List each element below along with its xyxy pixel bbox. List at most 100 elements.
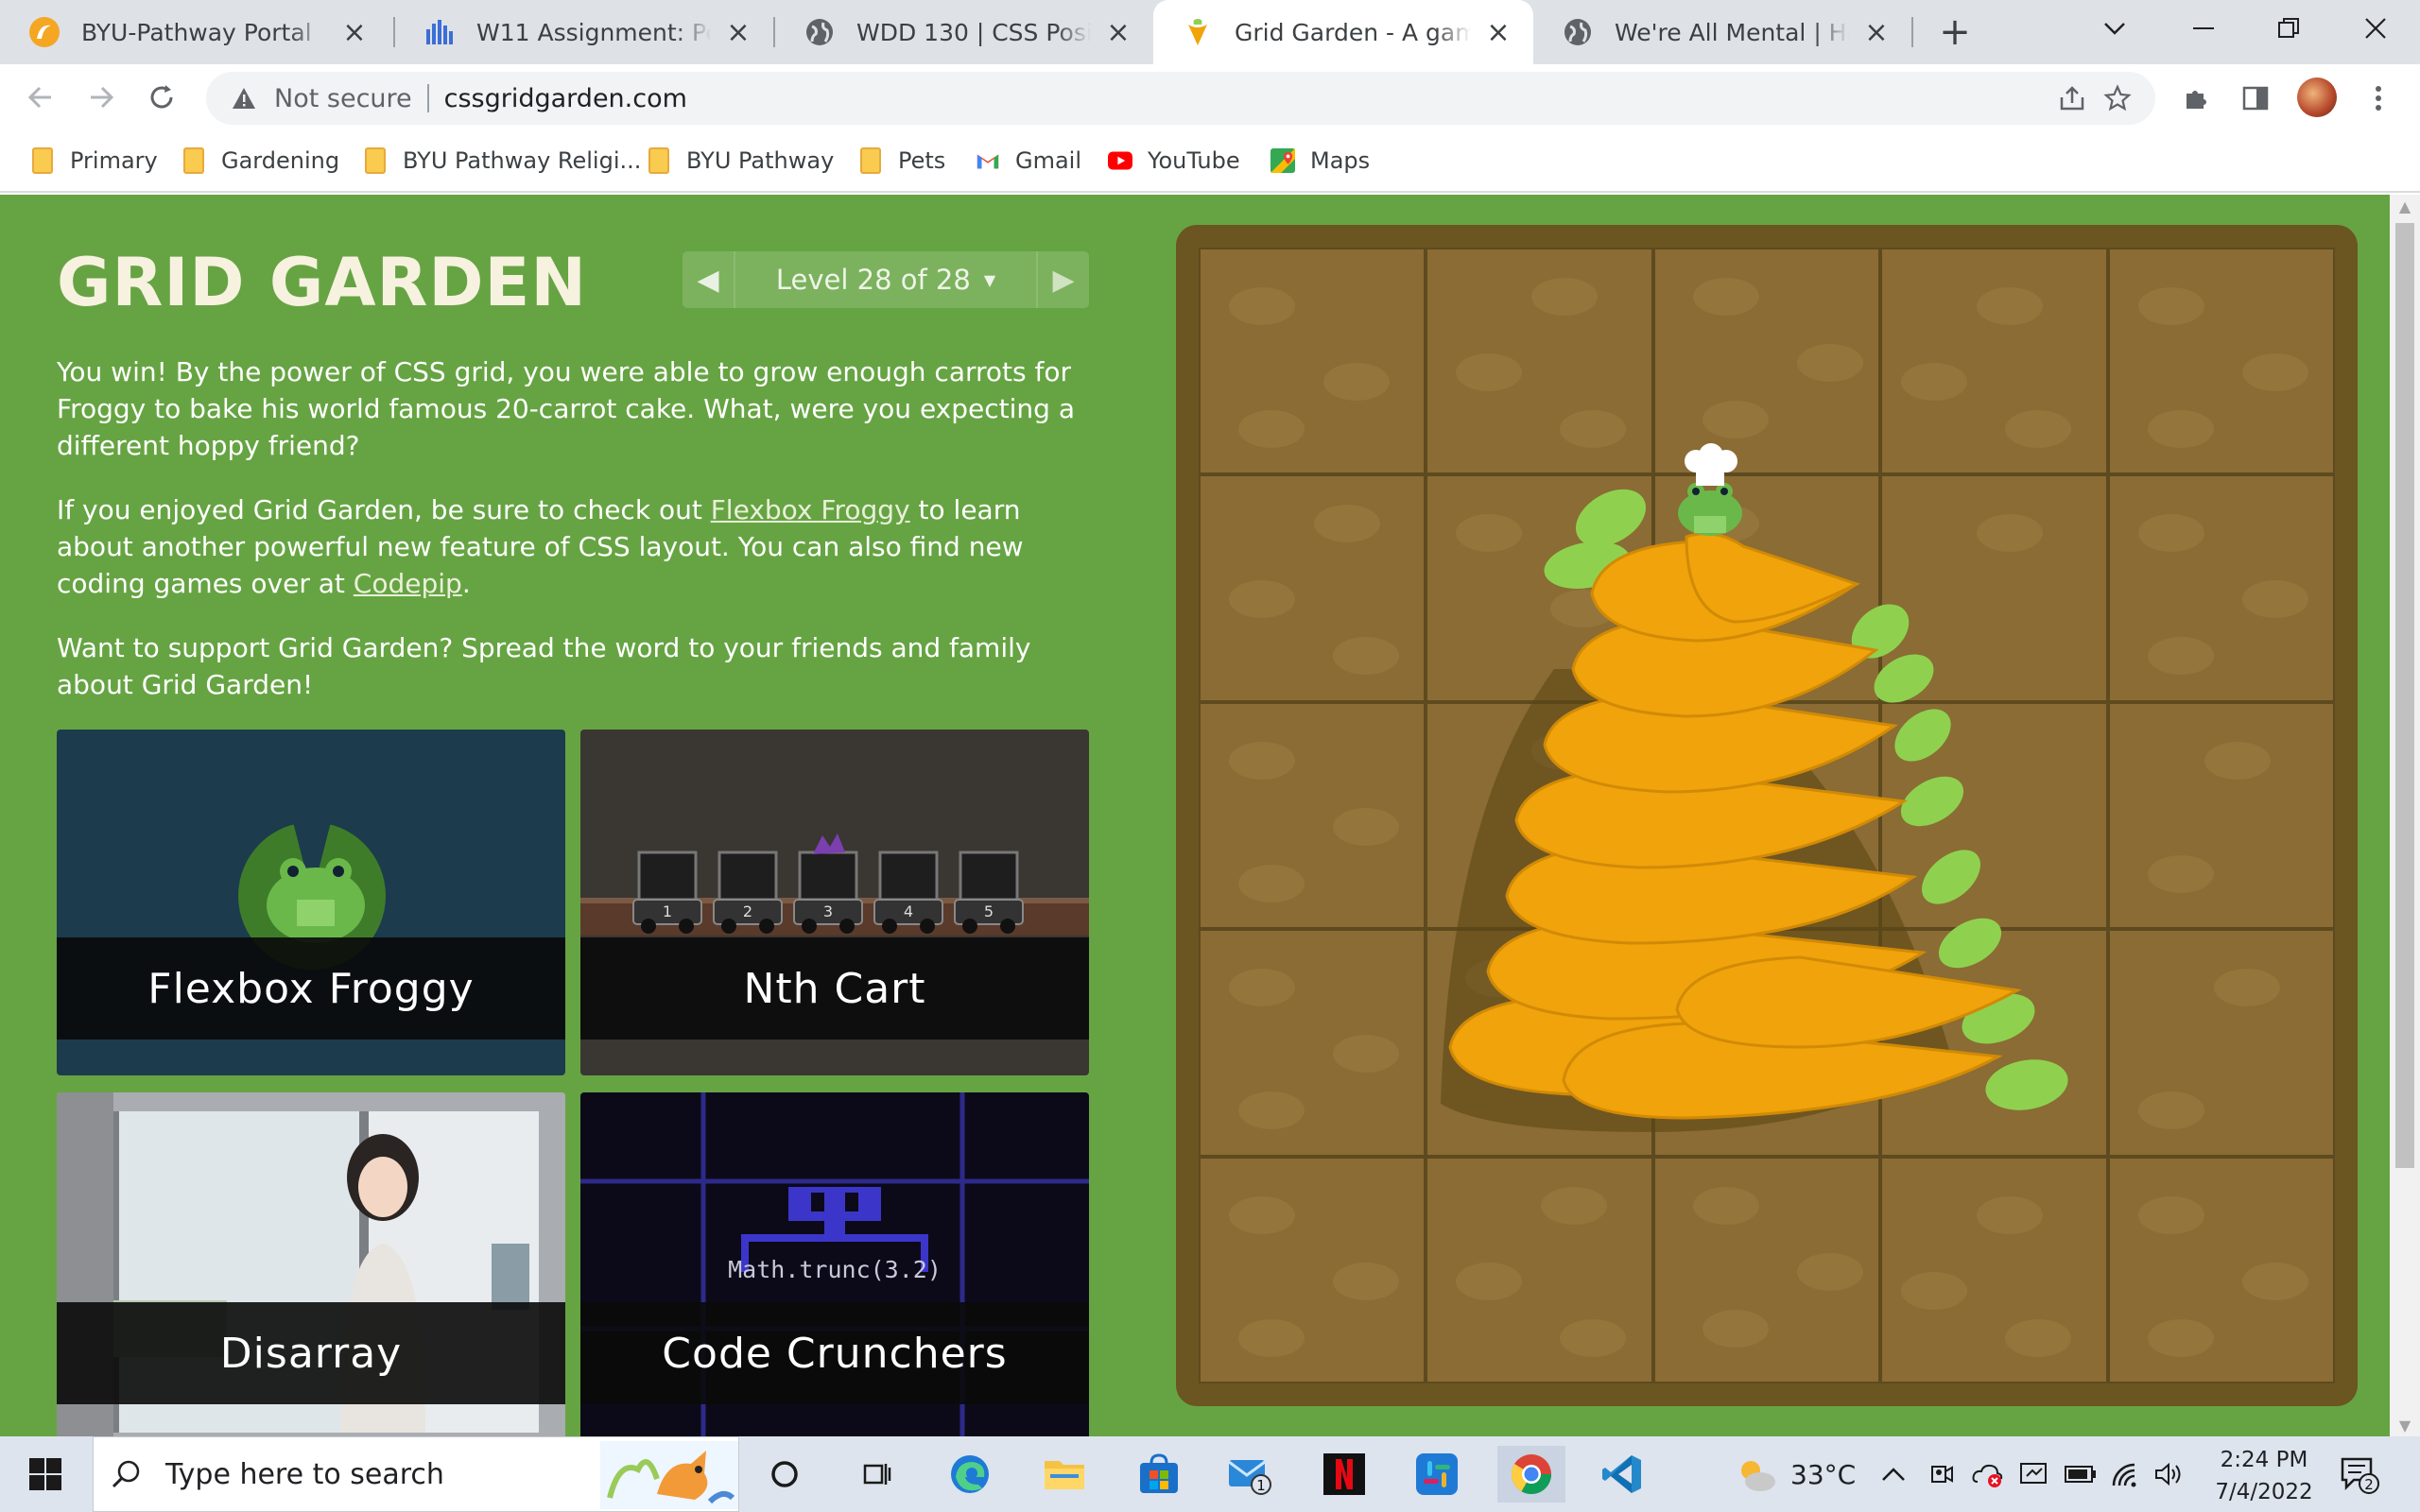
enjoy-message: If you enjoyed Grid Garden, be sure to c… xyxy=(57,491,1097,602)
grid-garden-icon xyxy=(1182,16,1214,48)
tab-strip: BYU-Pathway Portal × W11 Assignment: Per… xyxy=(0,0,2420,64)
bookmark-label: YouTube xyxy=(1148,147,1240,174)
file-explorer-icon[interactable] xyxy=(1034,1446,1095,1503)
close-tab-icon[interactable]: × xyxy=(722,16,754,49)
kebab-menu-icon[interactable] xyxy=(2358,77,2399,119)
code-crunchers-card[interactable]: Math.trunc(3.2) Code Crunchers xyxy=(580,1092,1089,1436)
back-button[interactable] xyxy=(17,74,64,121)
tab-were-all-mental[interactable]: We're All Mental | Home × xyxy=(1533,0,1911,64)
tab-wdd-130[interactable]: WDD 130 | CSS Positionin × xyxy=(775,0,1153,64)
side-panel-icon[interactable] xyxy=(2235,77,2276,119)
address-bar[interactable]: Not secure cssgridgarden.com xyxy=(206,72,2155,125)
scroll-down-arrow-icon[interactable]: ▼ xyxy=(2390,1414,2420,1436)
close-window-button[interactable] xyxy=(2333,0,2418,57)
bookmark-pets[interactable]: Pets xyxy=(858,144,945,178)
close-tab-icon[interactable]: × xyxy=(1860,16,1893,49)
windows-start-icon[interactable] xyxy=(15,1446,76,1503)
search-highlight-illustration xyxy=(600,1441,738,1512)
display-settings-icon[interactable] xyxy=(2019,1436,2048,1512)
wifi-icon[interactable] xyxy=(2110,1436,2140,1512)
cart-number: 3 xyxy=(823,902,833,920)
windows-taskbar: Type here to search 1 33°C 2:24 PM 7/4/2… xyxy=(0,1436,2420,1512)
notifications-icon[interactable]: 2 xyxy=(2339,1436,2380,1512)
tab-grid-garden[interactable]: Grid Garden - A game for × xyxy=(1153,0,1533,64)
weather-cloud-sun-icon xyxy=(1734,1455,1777,1493)
search-icon xyxy=(111,1459,141,1489)
bookmark-primary[interactable]: Primary xyxy=(30,144,158,178)
profile-avatar[interactable] xyxy=(2297,77,2337,117)
chrome-browser-icon[interactable] xyxy=(1497,1446,1565,1503)
tab-search-chevron-icon[interactable] xyxy=(2072,0,2157,57)
youtube-icon xyxy=(1108,148,1132,173)
slack-icon[interactable] xyxy=(1407,1446,1467,1503)
security-label[interactable]: Not secure xyxy=(274,84,412,113)
bookmark-maps[interactable]: Maps xyxy=(1270,144,1370,178)
code-snippet: Math.trunc(3.2) xyxy=(728,1256,942,1283)
bookmark-gmail[interactable]: Gmail xyxy=(976,144,1081,178)
minimize-button[interactable] xyxy=(2161,0,2246,57)
folder-icon xyxy=(647,147,671,174)
close-tab-icon[interactable]: × xyxy=(1102,16,1134,49)
bookmark-gardening[interactable]: Gardening xyxy=(182,144,339,178)
battery-icon[interactable] xyxy=(2065,1436,2097,1512)
onedrive-error-icon[interactable] xyxy=(1972,1436,2004,1512)
browser-toolbar: Not secure cssgridgarden.com xyxy=(0,64,2420,130)
system-clock[interactable]: 2:24 PM 7/4/2022 xyxy=(2203,1444,2325,1508)
reload-button[interactable] xyxy=(138,74,185,121)
codepip-link[interactable]: Codepip xyxy=(354,568,462,599)
restore-button[interactable] xyxy=(2246,0,2331,57)
nth-cart-card[interactable]: 1 2 3 4 5 Nth Cart xyxy=(580,730,1089,1075)
volume-icon[interactable] xyxy=(2153,1436,2186,1512)
close-tab-icon[interactable]: × xyxy=(338,16,371,49)
new-tab-button[interactable]: + xyxy=(1934,10,1976,54)
url-text[interactable]: cssgridgarden.com xyxy=(444,84,687,113)
next-level-arrow-icon[interactable]: ▶ xyxy=(1036,251,1089,308)
page-title: GRID GARDEN xyxy=(57,244,587,321)
flexbox-froggy-link[interactable]: Flexbox Froggy xyxy=(711,494,910,525)
previous-level-arrow-icon[interactable]: ◀ xyxy=(683,251,735,308)
gmail-icon xyxy=(976,148,1000,173)
globe-icon xyxy=(1562,16,1594,48)
vscode-icon[interactable] xyxy=(1592,1446,1652,1503)
warning-icon[interactable] xyxy=(225,87,263,110)
netflix-icon[interactable] xyxy=(1314,1446,1374,1503)
scroll-up-arrow-icon[interactable]: ▲ xyxy=(2390,195,2420,217)
weather-widget[interactable]: 33°C xyxy=(1734,1436,1856,1512)
tab-title: We're All Mental | Home xyxy=(1615,18,1849,46)
tab-divider xyxy=(1911,17,1913,47)
close-tab-icon[interactable]: × xyxy=(1482,16,1514,49)
disarray-card[interactable]: Disarray xyxy=(57,1092,565,1436)
tab-w11-assignment[interactable]: W11 Assignment: Persona × xyxy=(395,0,773,64)
tab-byu-pathway-portal[interactable]: BYU-Pathway Portal × xyxy=(0,0,389,64)
forward-button[interactable] xyxy=(78,74,125,121)
bookmark-youtube[interactable]: YouTube xyxy=(1108,144,1240,178)
mail-icon[interactable]: 1 xyxy=(1219,1446,1280,1503)
win-message: You win! By the power of CSS grid, you w… xyxy=(57,356,1075,461)
level-indicator[interactable]: Level 28 of 28 ▼ xyxy=(735,251,1036,308)
flexbox-froggy-card[interactable]: Flexbox Froggy xyxy=(57,730,565,1075)
cart-number: 4 xyxy=(904,902,913,920)
microsoft-store-icon[interactable] xyxy=(1129,1446,1189,1503)
meet-now-icon[interactable] xyxy=(1928,1436,1955,1512)
extensions-puzzle-icon[interactable] xyxy=(2174,77,2216,119)
taskbar-search-box[interactable]: Type here to search xyxy=(93,1436,739,1512)
bookmarks-bar: Primary Gardening BYU Pathway Religi... … xyxy=(0,130,2420,193)
globe-icon xyxy=(804,16,836,48)
page-scrollbar[interactable]: ▲ ▼ xyxy=(2390,195,2420,1436)
share-icon[interactable] xyxy=(2055,81,2089,115)
level-selector[interactable]: ◀ Level 28 of 28 ▼ ▶ xyxy=(683,251,1089,308)
show-hidden-icons-chevron-icon[interactable] xyxy=(1881,1436,1906,1512)
card-title: Disarray xyxy=(57,1302,565,1404)
bookmark-label: Gmail xyxy=(1015,147,1082,174)
bookmark-label: BYU Pathway xyxy=(686,147,835,174)
cortana-circle-icon[interactable] xyxy=(754,1446,815,1503)
mail-badge: 1 xyxy=(1256,1477,1266,1494)
folder-icon xyxy=(182,147,206,174)
bookmark-star-icon[interactable] xyxy=(2100,81,2135,115)
edge-browser-icon[interactable] xyxy=(940,1446,1000,1503)
bookmark-byu-pathway-religion[interactable]: BYU Pathway Religi... xyxy=(363,144,641,178)
scrollbar-thumb[interactable] xyxy=(2395,223,2414,1168)
tab-title: Grid Garden - A game for xyxy=(1235,18,1471,46)
bookmark-byu-pathway[interactable]: BYU Pathway xyxy=(647,144,834,178)
task-view-icon[interactable] xyxy=(847,1446,908,1503)
